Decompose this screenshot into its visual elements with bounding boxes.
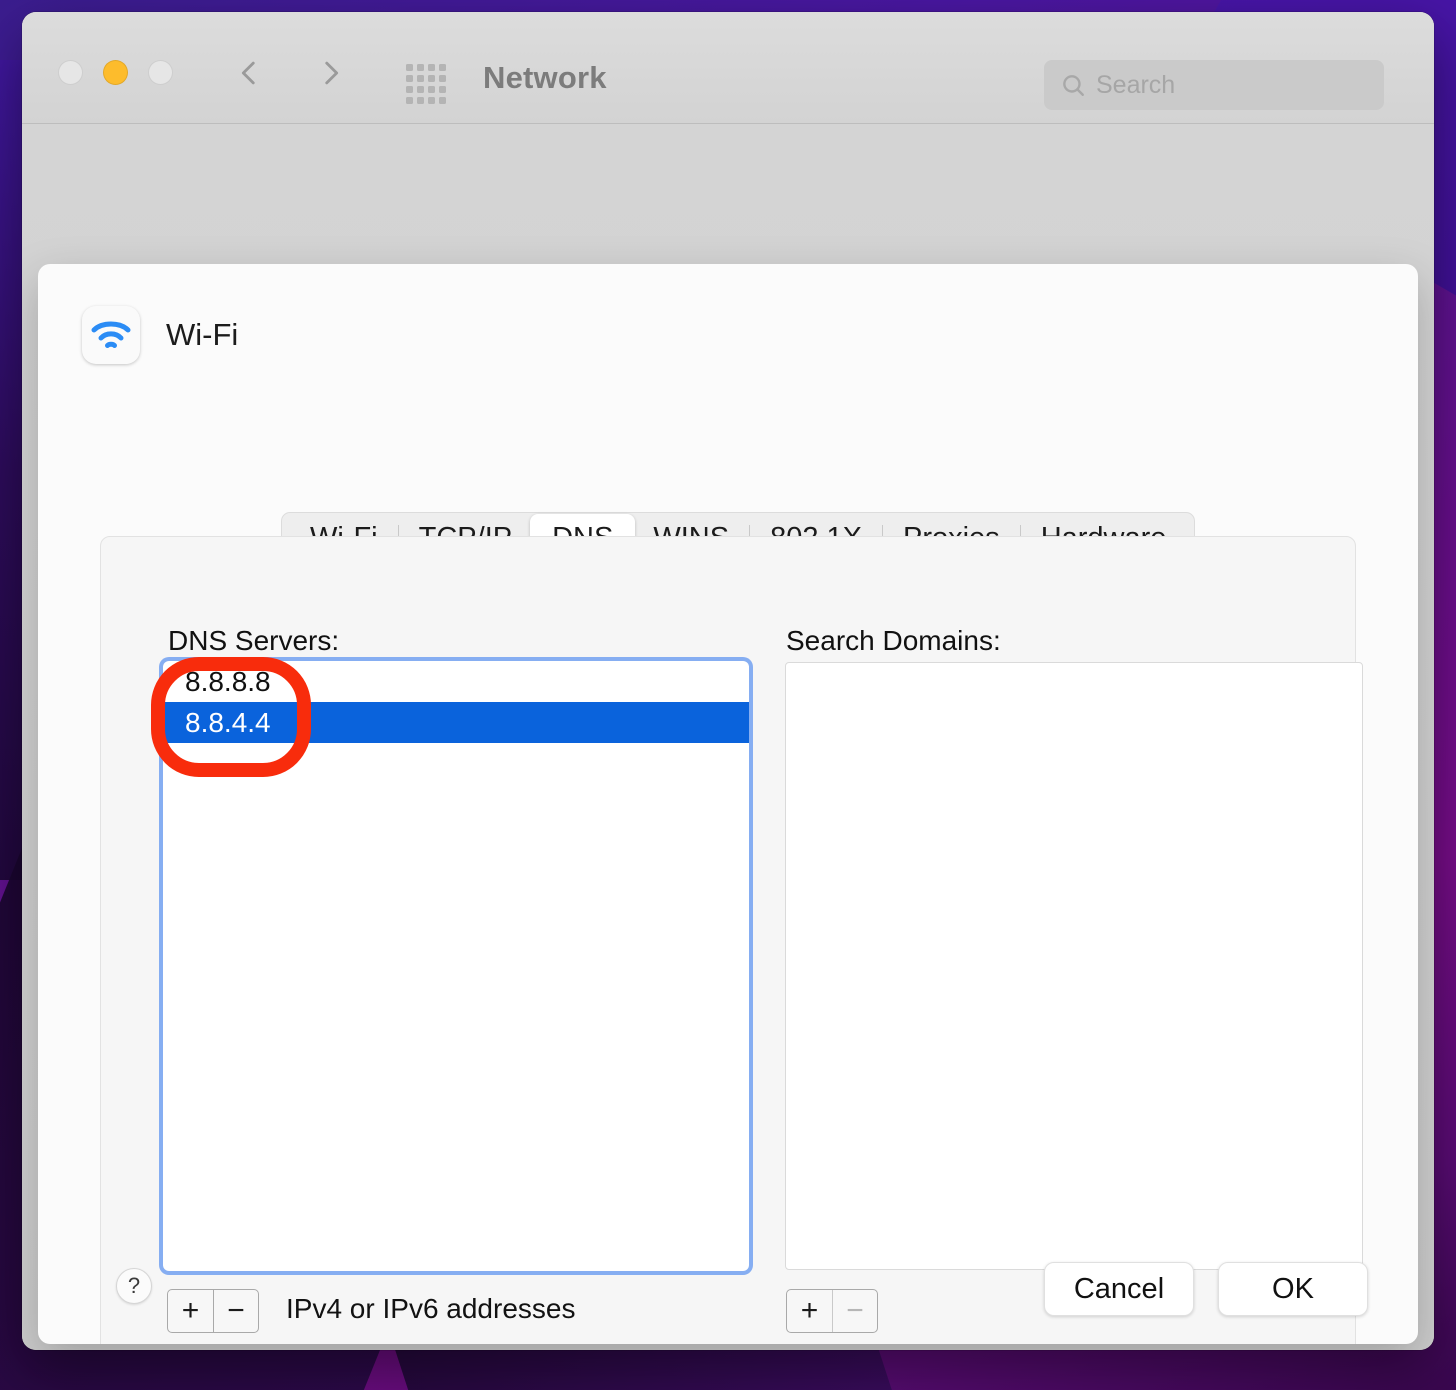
window-titlebar: Network xyxy=(22,12,1434,124)
ok-button[interactable]: OK xyxy=(1218,1262,1368,1316)
remove-search-domain-button: − xyxy=(832,1290,877,1332)
dns-add-remove-control[interactable]: + − xyxy=(167,1289,259,1333)
search-domains-list[interactable] xyxy=(785,662,1363,1270)
dns-servers-list[interactable]: 8.8.8.8 8.8.4.4 xyxy=(163,661,749,1271)
network-settings-sheet: Wi-Fi Wi-FiTCP/IPDNSWINS802.1XProxiesHar… xyxy=(38,264,1418,1344)
search-domains-add-remove-control[interactable]: + − xyxy=(786,1289,878,1333)
remove-dns-server-button[interactable]: − xyxy=(213,1290,258,1332)
add-dns-server-button[interactable]: + xyxy=(168,1290,213,1332)
list-item[interactable]: 8.8.4.4 xyxy=(163,702,749,743)
search-icon xyxy=(1060,72,1086,98)
minimize-window-button[interactable] xyxy=(103,60,128,85)
desktop-background: Network Revert Apply xyxy=(0,0,1456,1390)
dns-servers-label: DNS Servers: xyxy=(168,625,340,656)
network-preferences-window: Network Revert Apply xyxy=(22,12,1434,1350)
help-button[interactable]: ? xyxy=(116,1268,152,1304)
grid-icon[interactable] xyxy=(406,64,446,104)
list-item[interactable]: 8.8.8.8 xyxy=(163,661,749,702)
service-name-label: Wi-Fi xyxy=(166,317,239,352)
wifi-icon xyxy=(82,306,140,364)
window-content-area: Revert Apply Wi-Fi Wi-FiTCP/IP xyxy=(22,124,1434,1350)
page-title: Network xyxy=(483,60,607,95)
search-domains-label: Search Domains: xyxy=(786,625,1001,656)
traffic-light-group xyxy=(58,60,173,85)
chevron-left-icon[interactable] xyxy=(232,56,266,90)
zoom-window-button[interactable] xyxy=(148,60,173,85)
close-window-button[interactable] xyxy=(58,60,83,85)
sheet-action-buttons: Cancel OK xyxy=(1044,1262,1368,1316)
addresses-hint-label: IPv4 or IPv6 addresses xyxy=(286,1293,576,1324)
search-input[interactable] xyxy=(1096,70,1372,100)
add-search-domain-button[interactable]: + xyxy=(787,1290,832,1332)
dns-tab-panel: DNS Servers: Search Domains: 8.8.8.8 8.8… xyxy=(100,536,1363,1344)
sheet-header: Wi-Fi xyxy=(38,264,1418,364)
search-field[interactable] xyxy=(1044,60,1384,110)
cancel-button[interactable]: Cancel xyxy=(1044,1262,1194,1316)
chevron-right-icon[interactable] xyxy=(314,56,348,90)
